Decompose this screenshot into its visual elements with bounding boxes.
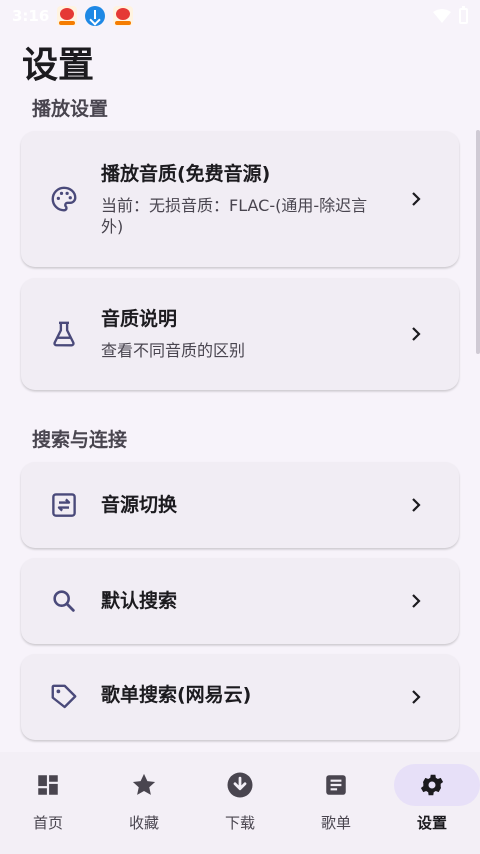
bottom-nav: 首页 收藏 下载 歌单 设置: [0, 752, 480, 854]
card-title: 音质说明: [101, 308, 178, 330]
chevron-right-icon: [409, 690, 423, 704]
wifi-icon: [433, 9, 451, 23]
card-title: 音源切换: [101, 494, 178, 516]
section-header-search: 搜索与连接: [32, 429, 128, 451]
palette-icon: [48, 183, 80, 215]
nav-item-playlists[interactable]: 歌单: [288, 752, 384, 854]
app-notification-icon: [113, 6, 134, 26]
quality-description-card[interactable]: 音质说明 查看不同音质的区别: [21, 278, 459, 390]
dashboard-icon: [33, 770, 63, 800]
chevron-right-icon: [409, 192, 423, 206]
battery-icon: [459, 6, 468, 24]
playlist-search-card[interactable]: 歌单搜索(网易云): [21, 654, 459, 740]
star-icon: [129, 770, 159, 800]
card-title: 播放音质(免费音源): [101, 163, 271, 185]
status-bar: 3:16: [0, 0, 480, 32]
default-search-card[interactable]: 默认搜索: [21, 558, 459, 644]
flask-icon: [48, 318, 80, 350]
source-switch-card[interactable]: 音源切换: [21, 462, 459, 548]
nav-item-home[interactable]: 首页: [0, 752, 96, 854]
tag-icon: [48, 681, 80, 713]
card-subtitle: 当前：无损音质：FLAC-(通用-除迟言外): [101, 196, 368, 236]
nav-item-favorites[interactable]: 收藏: [96, 752, 192, 854]
nav-label: 收藏: [128, 814, 159, 832]
chevron-right-icon: [409, 594, 423, 608]
chevron-right-icon: [409, 498, 423, 512]
scrollbar[interactable]: [476, 130, 480, 354]
chevron-right-icon: [409, 327, 423, 341]
nav-label: 下载: [224, 814, 255, 832]
search-icon: [48, 585, 80, 617]
card-subtitle: 查看不同音质的区别: [101, 341, 246, 360]
card-title: 默认搜索: [101, 590, 178, 612]
nav-label: 歌单: [320, 814, 351, 832]
app-notification-icon: [57, 6, 78, 26]
nav-label: 首页: [32, 814, 63, 832]
nav-item-downloads[interactable]: 下载: [192, 752, 288, 854]
download-icon: [85, 6, 106, 26]
card-title: 歌单搜索(网易云): [101, 684, 252, 706]
status-time: 3:16: [12, 7, 50, 25]
gear-icon: [417, 770, 447, 800]
swap-icon: [48, 489, 80, 521]
nav-item-settings[interactable]: 设置: [384, 752, 480, 854]
section-header-playback: 播放设置: [32, 98, 109, 120]
page-title: 设置: [22, 45, 95, 86]
playlist-icon: [321, 770, 351, 800]
quality-setting-card[interactable]: 播放音质(免费音源) 当前：无损音质：FLAC-(通用-除迟言外): [21, 131, 459, 267]
nav-label: 设置: [416, 814, 447, 832]
download-circle-icon: [225, 770, 255, 800]
